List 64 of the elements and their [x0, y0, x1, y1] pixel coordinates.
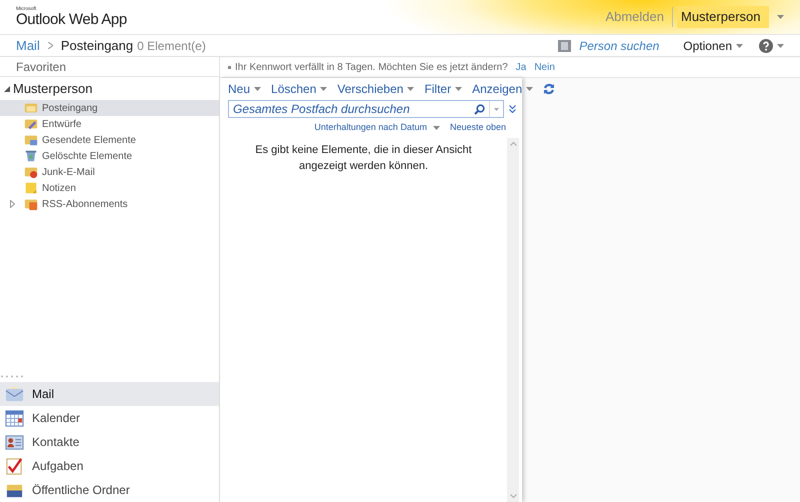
caret-icon [254, 87, 262, 91]
nav-item[interactable]: Kalender [0, 406, 219, 430]
folder-item[interactable]: Gelöschte Elemente [0, 148, 219, 164]
folder-pencil-icon [24, 117, 38, 131]
empty-message: Es gibt keine Elemente, die in dieser Ansicht angezeigt werden können. [254, 143, 473, 174]
caret-icon [777, 15, 784, 19]
toolbar-menu[interactable]: Anzeigen [472, 80, 534, 98]
toolbar-menu[interactable]: Neu [228, 80, 262, 98]
caret-icon [777, 44, 784, 48]
expand-icon[interactable] [509, 105, 516, 113]
nav-item[interactable]: Öffentliche Ordner [0, 478, 219, 502]
no-link[interactable]: Nein [534, 60, 555, 75]
nav-item[interactable]: Mail [0, 382, 219, 406]
toolbar-menu[interactable]: Filter [424, 80, 462, 98]
chevron-icon [48, 42, 53, 49]
password-notice: Ihr Kennwort verfällt in 8 Tagen. Möchten Sie es jetzt ändern? [235, 61, 508, 75]
nav-item[interactable]: Kontakte [0, 430, 219, 454]
address-book-icon [558, 40, 572, 52]
refresh-icon[interactable] [543, 83, 556, 95]
caret-icon [432, 126, 440, 130]
folder-item[interactable]: Junk-E-Mail [0, 164, 219, 180]
expander-icon[interactable] [4, 86, 13, 92]
contact-card-icon [5, 432, 24, 452]
caret-icon [407, 87, 414, 91]
note-icon [24, 181, 38, 195]
sort-menu[interactable]: Unterhaltungen nach Datum [314, 121, 440, 135]
folder-item[interactable]: Posteingang [0, 100, 219, 116]
mailbox-name[interactable]: Musterperson [13, 79, 92, 99]
app-logo: Outlook Web App [16, 12, 127, 27]
folder-badge-icon [24, 165, 38, 179]
help-icon[interactable] [759, 38, 773, 52]
caret-icon [526, 87, 534, 91]
options-menu[interactable]: Optionen [683, 36, 743, 54]
folder-envelope-icon [24, 133, 38, 147]
search-icon[interactable] [474, 104, 485, 114]
clipboard-check-icon [5, 456, 24, 476]
user-button[interactable]: Musterperson [677, 6, 769, 28]
scroll-down-icon[interactable] [510, 494, 516, 498]
favorites-header: Favoriten [0, 57, 219, 77]
yes-link[interactable]: Ja [516, 60, 526, 75]
folder-icon [24, 101, 38, 115]
item-count: 0 Element(e) [137, 38, 206, 54]
scroll-up-icon[interactable] [510, 142, 516, 146]
toolbar-menu[interactable]: Verschieben [337, 80, 414, 98]
nav-item[interactable]: Aufgaben [0, 454, 219, 478]
order-button[interactable]: Neueste oben [450, 121, 506, 135]
folder-title: Posteingang [60, 36, 134, 55]
folder-item[interactable]: RSS-Abonnements [0, 196, 219, 212]
bullet-icon [228, 66, 231, 69]
find-person-link[interactable]: Person suchen [579, 36, 660, 54]
caret-icon [736, 44, 743, 48]
scrollbar[interactable] [507, 138, 519, 502]
search-field[interactable]: Gesamtes Postfach durchsuchen [228, 100, 504, 118]
folder-item[interactable]: Gesendete Elemente [0, 132, 219, 148]
caret-icon [455, 87, 462, 91]
toolbar-menu[interactable]: Löschen [271, 80, 328, 98]
trash-can-icon [24, 149, 38, 163]
breadcrumb-link[interactable]: Mail [16, 36, 40, 56]
envelope-icon [5, 384, 24, 404]
folder-item[interactable]: Entwürfe [0, 116, 219, 132]
folder-item[interactable]: Notizen [0, 180, 219, 196]
caret-icon [320, 87, 328, 91]
calendar-icon [5, 408, 24, 428]
folder-feed-icon [24, 197, 38, 211]
